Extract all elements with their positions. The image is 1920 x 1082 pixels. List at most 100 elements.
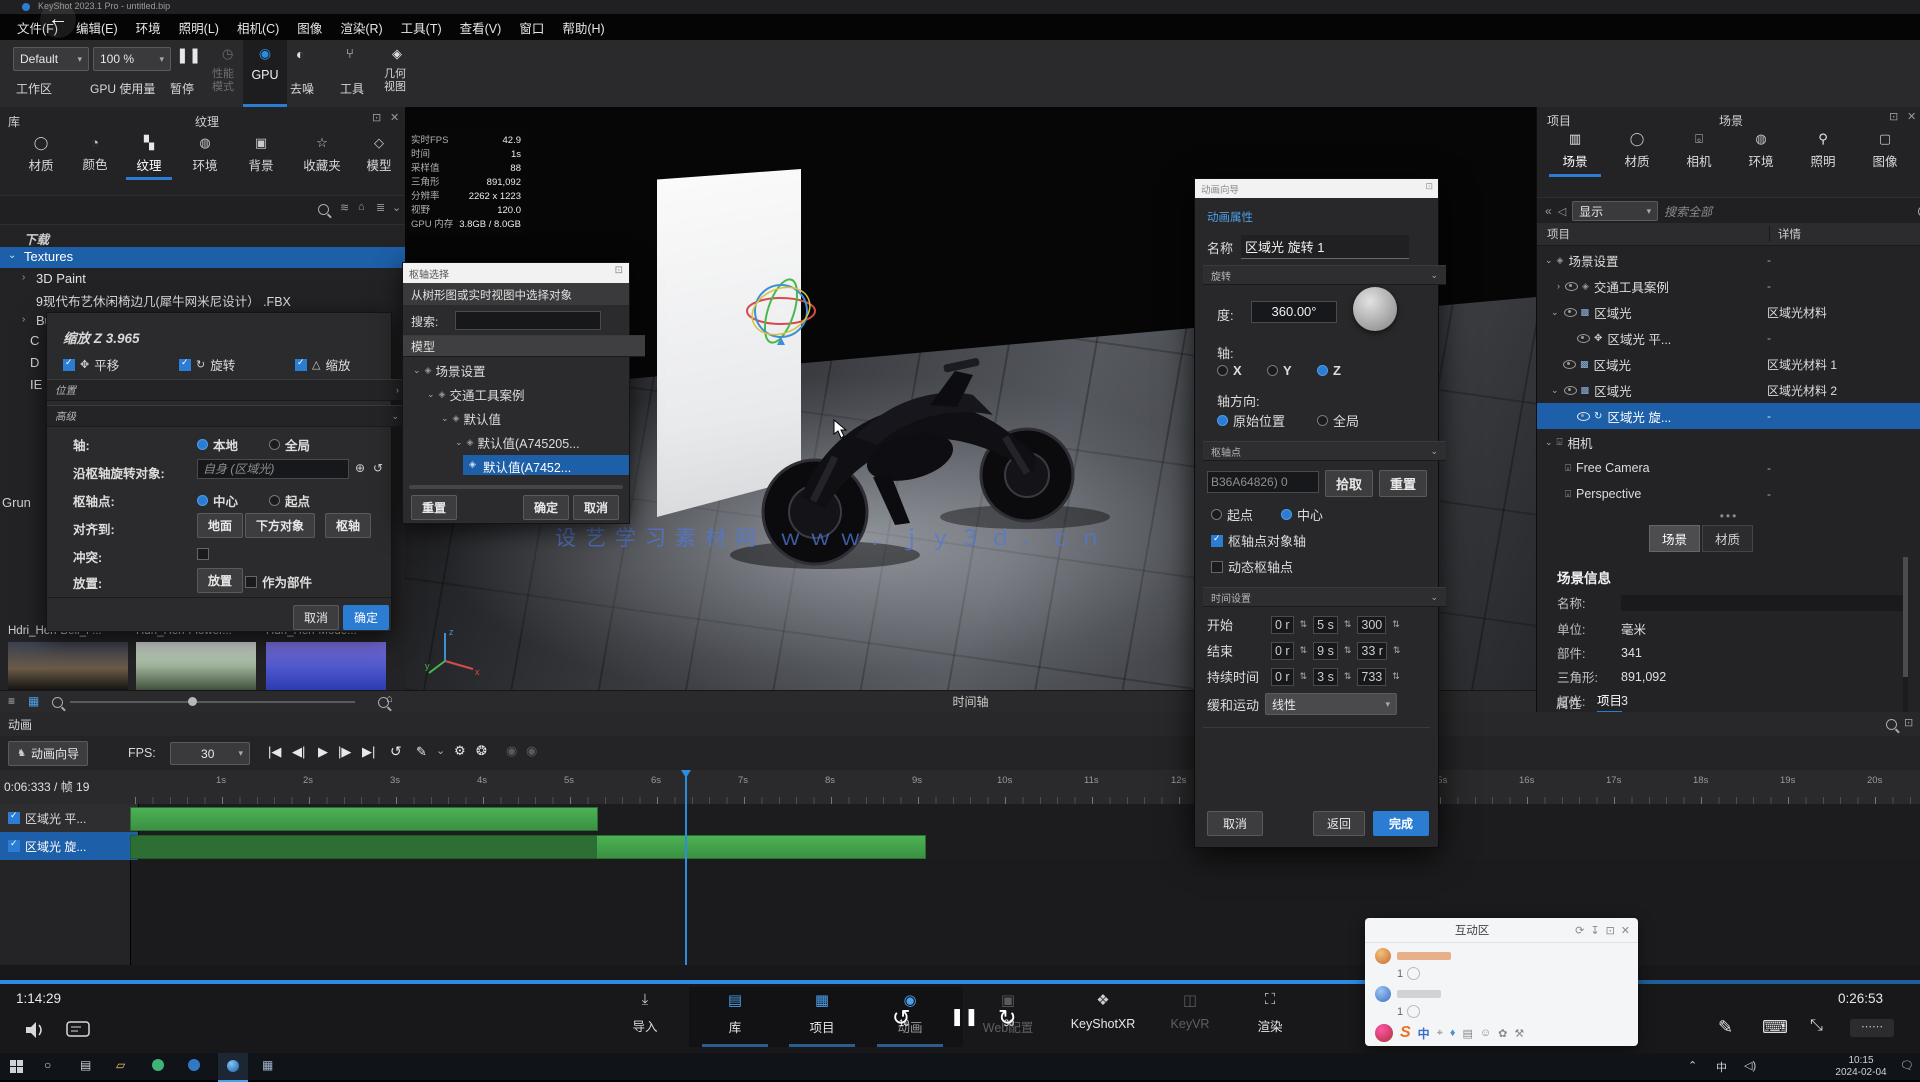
tab-properties[interactable]: 属性 <box>1556 693 1581 712</box>
player-back-button[interactable]: ← <box>40 2 76 38</box>
eye-icon[interactable] <box>1564 386 1577 395</box>
library-tab-texture[interactable]: ▚ 纹理 <box>126 135 172 180</box>
cancel-button[interactable]: 取消 <box>1207 811 1263 836</box>
collision-checkbox[interactable] <box>197 548 209 560</box>
keyframe-bar-rotation[interactable] <box>596 835 926 859</box>
animation-properties-link[interactable]: 动画属性 <box>1207 209 1253 225</box>
project-tab-scene[interactable]: ▥ 场景 <box>1549 131 1601 177</box>
ime-icon-skin[interactable]: ✿ <box>1498 1027 1507 1040</box>
float-icon[interactable]: ⊡ <box>1425 181 1433 192</box>
list-view-icon[interactable]: ≋ <box>340 201 349 214</box>
hdri-thumbnail-2[interactable] <box>136 642 256 690</box>
player-pause-button[interactable]: ❚❚ <box>950 1007 979 1027</box>
advanced-section-header[interactable]: 高级⌄ <box>47 405 407 427</box>
ime-icon-mic[interactable]: ♦ <box>1450 1027 1456 1039</box>
notification-center-icon[interactable]: 🗨 <box>1900 1059 1914 1072</box>
library-tab-favorites[interactable]: ☆ 收藏夹 <box>294 135 350 174</box>
scale-checkbox[interactable]: △ 缩放 <box>295 355 350 374</box>
pin-icon[interactable]: ↧ <box>1590 924 1599 937</box>
ime-mode-button[interactable]: 中 <box>1716 1059 1727 1075</box>
hdri-thumbnail-3[interactable] <box>266 642 386 690</box>
track-visibility-checkbox[interactable] <box>8 812 20 824</box>
play-button[interactable]: ▶ <box>318 744 328 760</box>
project-tab-camera[interactable]: ⌻ 相机 <box>1673 131 1725 170</box>
close-icon[interactable]: ✕ <box>1621 924 1630 937</box>
easing-select[interactable]: 线性▾ <box>1265 693 1397 715</box>
reset-rotation-icon[interactable]: ↺ <box>373 461 383 475</box>
list-view-toggle-icon[interactable]: ≡ <box>8 694 15 708</box>
spinner[interactable]: 733 <box>1357 668 1386 686</box>
task-view-button[interactable]: ▤ <box>80 1058 91 1072</box>
gpu-mode-button[interactable]: ◉ GPU <box>243 40 287 107</box>
pivot-tree-scene-settings[interactable]: ⌄◈ 场景设置 <box>413 361 485 380</box>
popout-icon[interactable]: ⊡ <box>1606 924 1615 937</box>
pivot-object-axis-checkbox[interactable]: 枢轴点对象轴 <box>1211 531 1306 550</box>
spinner[interactable]: 3 s <box>1313 668 1338 686</box>
taskbar-clock[interactable]: 10:15 2024-02-04 <box>1826 1055 1896 1078</box>
fps-select[interactable]: 30▾ <box>170 742 250 765</box>
menu-environment[interactable]: 环境 <box>127 18 170 37</box>
library-tree-item-fbx[interactable]: 9现代布艺休闲椅边几(犀牛网米尼设计） .FBX <box>0 289 405 309</box>
hdri-thumbnail-1[interactable] <box>8 642 128 690</box>
wechat-button[interactable] <box>152 1059 164 1071</box>
render-frame-icon[interactable]: ❂ <box>476 743 487 759</box>
menu-lines-icon[interactable]: ≣ <box>376 201 385 214</box>
degree-field[interactable]: 360.00° <box>1251 301 1337 323</box>
dynamic-pivot-checkbox[interactable]: 动态枢轴点 <box>1211 557 1293 576</box>
workspace-select[interactable]: Default▾ <box>13 47 89 71</box>
scene-row-arealight-translation[interactable]: ✥ 区域光 平... - <box>1537 325 1920 351</box>
start-button[interactable] <box>10 1060 23 1073</box>
pivot-dialog-titlebar[interactable]: 枢轴选择 ⊡ <box>403 263 629 283</box>
grid-view-toggle-icon[interactable]: ▦ <box>28 694 39 708</box>
danmaku-toggle-icon[interactable] <box>66 1021 90 1039</box>
scene-row-arealight-rotation-selected[interactable]: ↻ 区域光 旋... - <box>1537 403 1920 429</box>
column-item[interactable]: 项目 <box>1537 226 1770 242</box>
library-search-input[interactable] <box>6 200 310 220</box>
eye-icon[interactable] <box>1577 334 1590 343</box>
scrollbar-thumb[interactable] <box>1903 557 1908 677</box>
library-tab-backplate[interactable]: ▣ 背景 <box>238 135 284 174</box>
pivot-search-input[interactable] <box>455 311 601 330</box>
tray-volume-icon[interactable]: ◁) <box>1744 1059 1756 1072</box>
timeline-playhead[interactable] <box>685 770 687 965</box>
axis-y-radio[interactable]: Y <box>1267 363 1292 378</box>
ok-button[interactable]: 确定 <box>343 605 389 630</box>
collapse-all-icon[interactable]: « <box>1545 204 1552 218</box>
more-options-button[interactable]: ⋯⋯ <box>1850 1019 1894 1037</box>
eye-icon[interactable] <box>1564 308 1577 317</box>
align-pivot-button[interactable]: 枢轴 <box>325 513 371 538</box>
player-rewind-10-button[interactable]: ↺ 10 <box>890 1009 920 1039</box>
pivot-tree-default-a7452-selected[interactable]: ◈ 默认值(A7452... <box>463 455 629 475</box>
axis-local-radio[interactable]: 本地 <box>197 435 238 454</box>
settings-gear-icon[interactable]: ⚙ <box>454 743 466 759</box>
track-name-cell[interactable]: 区域光 旋... <box>0 832 139 860</box>
previous-frame-button[interactable]: ◀| <box>292 744 305 760</box>
translate-checkbox[interactable]: ✥ 平移 <box>63 355 119 374</box>
go-to-end-button[interactable]: ▶| <box>362 744 375 760</box>
gpu-usage-select[interactable]: 100 %▾ <box>93 47 171 71</box>
performance-mode-button[interactable]: 性能 模式 <box>212 68 234 94</box>
pivot-center-radio[interactable]: 中心 <box>197 491 238 510</box>
library-tab-environment[interactable]: ◍ 环境 <box>182 135 228 174</box>
library-tab-material[interactable]: ◯ 材质 <box>18 135 64 174</box>
taskbar-extra-button[interactable]: ▦ <box>262 1058 273 1072</box>
rotate-section-header[interactable]: 旋转⌄ <box>1203 265 1446 285</box>
keyshot-taskbar-button-active[interactable] <box>218 1053 248 1082</box>
spinner[interactable]: 0 r <box>1271 668 1294 686</box>
filter-icon[interactable]: ◁ <box>1558 205 1566 218</box>
menu-lighting[interactable]: 照明(L) <box>170 18 228 37</box>
denoise-button[interactable]: 去噪 <box>290 80 314 97</box>
zoom-out-icon[interactable] <box>52 697 63 708</box>
keyboard-icon[interactable]: ⌨ <box>1762 1017 1788 1038</box>
pick-target-icon[interactable]: ⊕ <box>355 461 365 475</box>
reset-button[interactable]: 重置 <box>411 495 457 520</box>
ribbon-library-button[interactable]: ▤ 库 <box>702 991 768 1047</box>
anim-dialog-titlebar[interactable]: 动画向导 ⊡ <box>1195 179 1438 198</box>
chevron-down-icon[interactable]: ⌄ <box>436 744 445 757</box>
pivot-tree-vehicle-case[interactable]: ⌄◈ 交通工具案例 <box>427 385 524 404</box>
float-icon[interactable]: ⊡ <box>615 265 623 276</box>
timeline-ruler[interactable]: 0:06:333 / 帧 19 1s 2s 3s 4s 5s 6s 7s 8s … <box>0 770 1920 805</box>
library-tab-color[interactable]: ◔ 颜色 <box>72 135 118 173</box>
scene-row-perspective[interactable]: ⌻ Perspective - <box>1537 481 1920 507</box>
player-forward-30-button[interactable]: ↻ 30 <box>996 1009 1026 1039</box>
